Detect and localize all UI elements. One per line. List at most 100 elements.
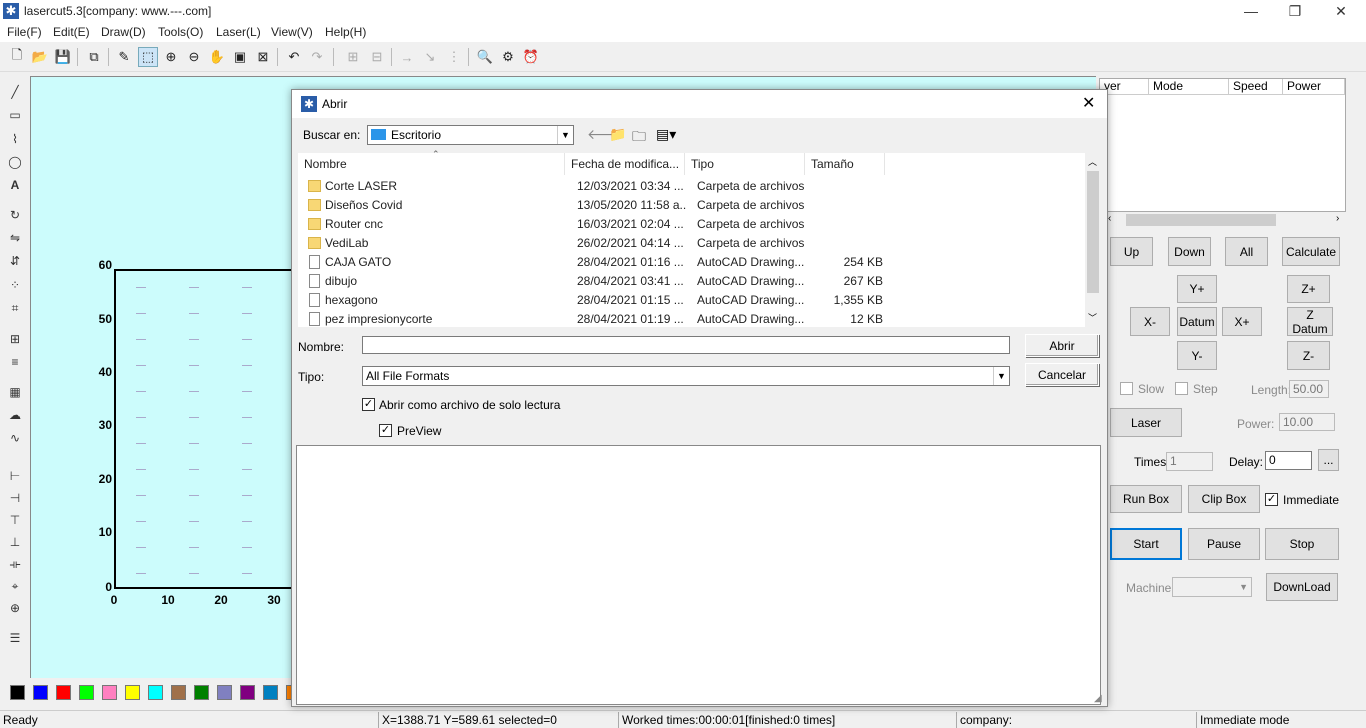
x-plus-button[interactable]: X+ [1222,307,1262,336]
start-button[interactable]: Start [1110,528,1182,560]
pen-icon[interactable]: ✎ [114,47,134,67]
x-minus-button[interactable]: X- [1130,307,1170,336]
all-button[interactable]: All [1225,237,1268,266]
mirror-v-icon[interactable]: ⇵ [6,252,24,270]
scale-icon[interactable]: ⌗ [6,299,24,317]
polyline-tool-icon[interactable]: ⌇ [6,130,24,148]
power-column-header[interactable]: Power [1283,79,1345,95]
look-in-select[interactable]: Escritorio ▼ [367,125,574,145]
color-swatch[interactable] [148,685,163,700]
select-icon[interactable]: ⬚ [138,47,158,67]
save-icon[interactable]: 💾 [53,47,73,67]
pause-button[interactable]: Pause [1188,528,1260,560]
redo-icon[interactable]: ↷ [307,47,327,67]
node-edit-icon[interactable]: ⁘ [6,276,24,294]
menu-help[interactable]: Help(H) [325,25,366,39]
laser-button[interactable]: Laser [1110,408,1182,437]
zoom-fit-icon[interactable]: ⊠ [253,47,273,67]
menu-edit[interactable]: Edit(E) [53,25,90,39]
rotate-icon[interactable]: ↻ [6,206,24,224]
step-checkbox[interactable] [1175,382,1188,395]
run-box-button[interactable]: Run Box [1110,485,1182,513]
scroll-right-icon[interactable]: › [1336,213,1339,224]
color-swatch[interactable] [33,685,48,700]
z-datum-button[interactable]: Z Datum [1287,307,1333,336]
ungroup-icon[interactable]: ⊟ [367,47,387,67]
up-folder-icon[interactable]: 📁 [609,126,626,143]
layer-table-scrollbar[interactable]: ‹ › [1106,212,1346,228]
file-name-input[interactable] [362,336,1010,354]
file-row[interactable]: dibujo 28/04/2021 03:41 ... AutoCAD Drawin… [298,272,1088,291]
z-minus-button[interactable]: Z- [1287,341,1330,370]
scroll-thumb[interactable] [1126,214,1276,226]
clip-box-button[interactable]: Clip Box [1188,485,1260,513]
align-bottom-icon[interactable]: ⊥ [6,533,24,551]
folder-row[interactable]: Diseños Covid 13/05/2020 11:58 a... Carpet… [298,196,1088,215]
immediate-checkbox[interactable]: ✓ [1265,493,1278,506]
open-button[interactable]: Abrir [1025,334,1099,357]
grid-icon[interactable]: ▦ [6,383,24,401]
download-button[interactable]: DownLoad [1266,573,1338,601]
color-swatch[interactable] [240,685,255,700]
cloud-icon[interactable]: ☁ [6,406,24,424]
color-swatch[interactable] [79,685,94,700]
restore-button[interactable]: ❐ [1272,0,1318,22]
import-icon[interactable]: ⧉ [84,47,104,67]
mode-column-header[interactable]: Mode [1149,79,1229,95]
diagonal-arrow-icon[interactable]: ↘ [420,47,440,67]
center-v-icon[interactable]: ⌖ [6,577,24,595]
readonly-checkbox[interactable]: ✓ [362,398,375,411]
color-swatch[interactable] [102,685,117,700]
z-plus-button[interactable]: Z+ [1287,275,1330,303]
ellipse-tool-icon[interactable]: ◯ [6,153,24,171]
new-folder-icon[interactable]: 🗀 [632,126,646,150]
close-button[interactable]: ✕ [1318,0,1364,22]
rectangle-tool-icon[interactable]: ▭ [6,106,24,124]
color-swatch[interactable] [263,685,278,700]
line-tool-icon[interactable]: ╱ [6,83,24,101]
delay-options-button[interactable]: ... [1318,449,1339,471]
delay-field[interactable]: 0 [1265,451,1312,470]
mirror-h-icon[interactable]: ⇋ [6,229,24,247]
y-plus-button[interactable]: Y+ [1177,275,1217,303]
color-swatch[interactable] [217,685,232,700]
menu-laser[interactable]: Laser(L) [216,25,261,39]
dialog-close-icon[interactable]: ✕ [1082,93,1095,113]
color-swatch[interactable] [171,685,186,700]
column-header-size[interactable]: Tamaño [805,153,885,175]
machine-select[interactable]: ▼ [1172,577,1252,597]
undo-icon[interactable]: ↶ [284,47,304,67]
column-header-type[interactable]: Tipo [685,153,805,175]
group-icon[interactable]: ⊞ [343,47,363,67]
arrow-right-icon[interactable]: → [397,47,417,67]
preview-icon[interactable]: 🔍 [475,47,495,67]
speed-column-header[interactable]: Speed [1229,79,1283,95]
menu-draw[interactable]: Draw(D) [101,25,146,39]
folder-row[interactable]: VediLab 26/02/2021 04:14 ... Carpeta de ar… [298,234,1088,253]
up-button[interactable]: Up [1110,237,1153,266]
scroll-left-icon[interactable]: ‹ [1108,213,1111,224]
machine-icon[interactable]: ⚙ [498,47,518,67]
y-minus-button[interactable]: Y- [1177,341,1217,370]
zoom-in-icon[interactable]: ⊕ [161,47,181,67]
color-swatch[interactable] [56,685,71,700]
align-icon[interactable]: ⋮ [444,47,464,67]
slow-checkbox[interactable] [1120,382,1133,395]
folder-row[interactable]: Router cnc 16/03/2021 02:04 ... Carpeta de… [298,215,1088,234]
preview-checkbox[interactable]: ✓ [379,424,392,437]
file-type-select[interactable]: All File Formats ▼ [362,366,1010,386]
array-icon[interactable]: ⊞ [6,330,24,348]
new-file-icon[interactable]: 🗋 [7,47,27,67]
cancel-button[interactable]: Cancelar [1025,363,1099,386]
file-row[interactable]: CAJA GATO 28/04/2021 01:16 ... AutoCAD Dra… [298,253,1088,272]
zoom-out-icon[interactable]: ⊖ [184,47,204,67]
pan-hand-icon[interactable]: ✋ [207,47,227,67]
layer-table[interactable]: yer Mode Speed Power [1099,78,1346,212]
folder-row[interactable]: Corte LASER 12/03/2021 03:34 ... Carpeta d… [298,177,1088,196]
power-field[interactable]: 10.00 [1279,413,1335,431]
calculate-button[interactable]: Calculate [1282,237,1340,266]
hatch-icon[interactable]: ≡ [6,353,24,371]
length-field[interactable]: 50.00 [1289,380,1329,398]
text-tool-icon[interactable]: A [6,176,24,194]
center-h-icon[interactable]: ⟛ [6,555,24,573]
